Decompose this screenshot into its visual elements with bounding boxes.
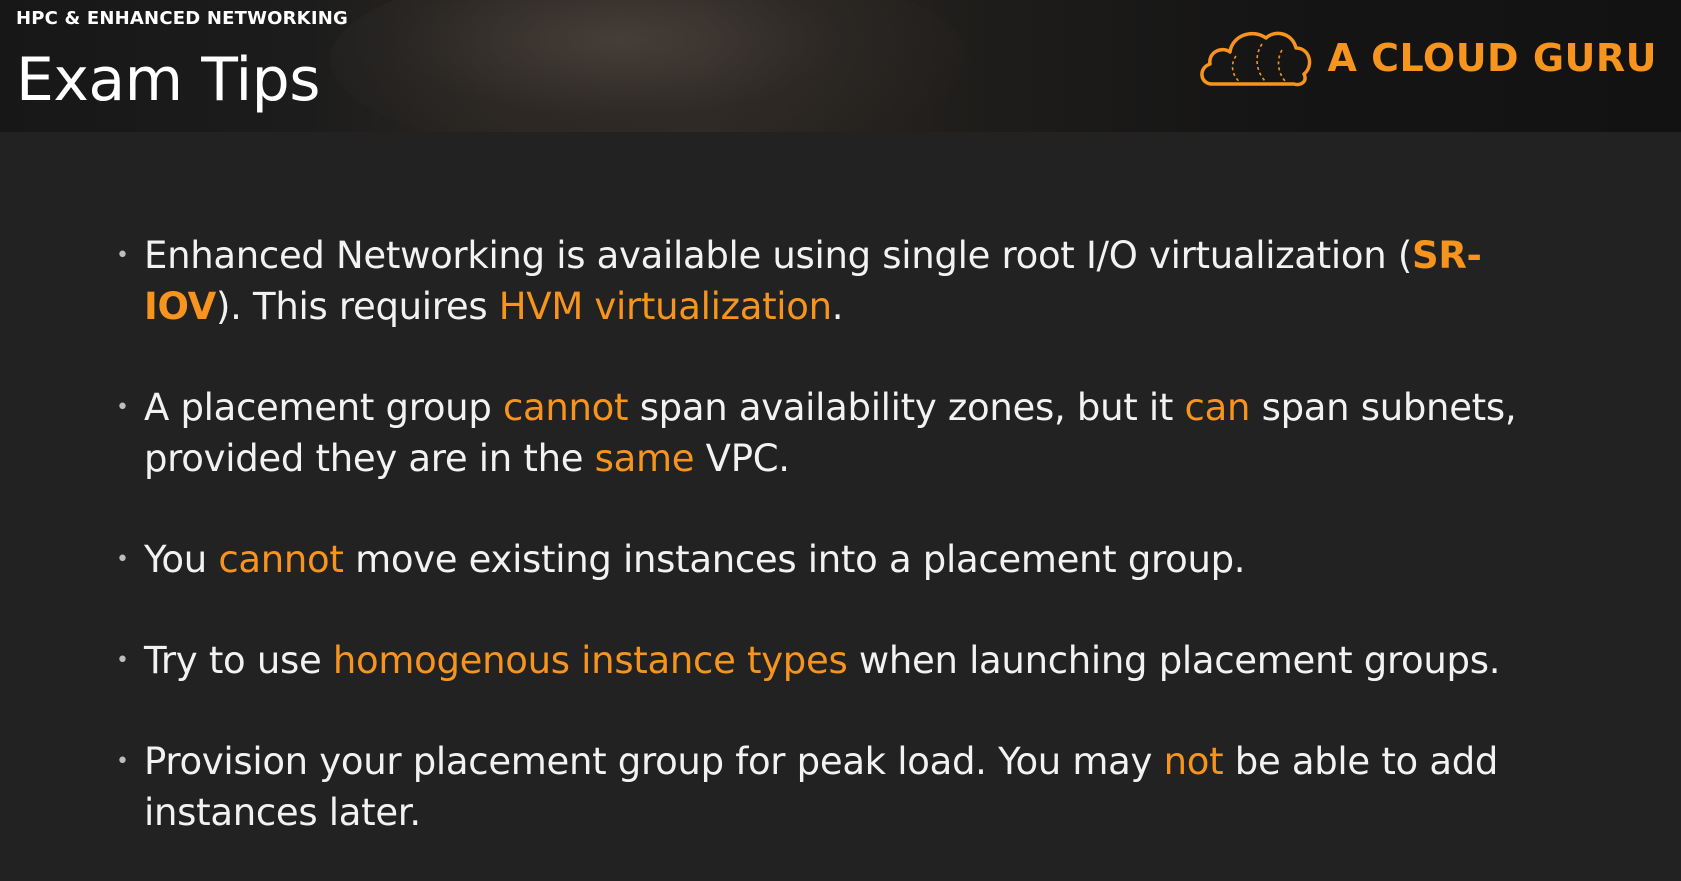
- page-title: Exam Tips: [16, 45, 321, 115]
- logo-text: A CLOUD GURU: [1327, 36, 1657, 80]
- bullet-dot-icon: •: [116, 749, 129, 774]
- tip-highlight-text: not: [1163, 740, 1224, 783]
- bullet-dot-icon: •: [116, 547, 129, 572]
- tip-text: .: [831, 285, 844, 328]
- tip-highlight-text: same: [594, 437, 695, 480]
- tip-highlight-text: HVM virtualization: [498, 285, 832, 328]
- tip-highlight-text: homogenous instance types: [332, 639, 848, 682]
- tip-text: ). This requires: [215, 285, 499, 328]
- bullet-dot-icon: •: [116, 395, 129, 420]
- tip-text: You: [144, 538, 219, 581]
- tip-text: when launching placement groups.: [847, 639, 1501, 682]
- tip-text: Provision your placement group for peak …: [144, 740, 1164, 783]
- tip-text: Try to use: [144, 639, 333, 682]
- tip-text: move existing instances into a placement…: [343, 538, 1246, 581]
- slide-header: HPC & ENHANCED NETWORKING Exam Tips A CL…: [0, 0, 1681, 132]
- exam-tip-item: • Enhanced Networking is available using …: [116, 230, 1556, 332]
- cloud-logo-icon: [1196, 22, 1314, 94]
- tip-highlight-text: cannot: [502, 386, 629, 429]
- tip-highlight-text: can: [1184, 386, 1251, 429]
- tip-text: span availability zones, but it: [628, 386, 1185, 429]
- exam-tip-item: • Provision your placement group for peak…: [116, 736, 1556, 838]
- exam-tip-item: • You cannot move existing instances into…: [116, 534, 1556, 585]
- bullet-dot-icon: •: [116, 648, 129, 673]
- bullet-dot-icon: •: [116, 243, 129, 268]
- brand-logo: A CLOUD GURU: [1196, 22, 1657, 94]
- slide: HPC & ENHANCED NETWORKING Exam Tips A CL…: [0, 0, 1681, 881]
- exam-tips-list: • Enhanced Networking is available using …: [116, 230, 1556, 881]
- tip-text: VPC.: [694, 437, 790, 480]
- exam-tip-item: • A placement group cannot span availabil…: [116, 382, 1556, 484]
- tip-text: Enhanced Networking is available using s…: [144, 234, 1412, 277]
- section-label: HPC & ENHANCED NETWORKING: [16, 8, 348, 29]
- presenter-video-background: [330, 0, 970, 132]
- tip-text: A placement group: [144, 386, 503, 429]
- tip-highlight-text: cannot: [218, 538, 344, 581]
- exam-tip-item: • Try to use homogenous instance types wh…: [116, 635, 1556, 686]
